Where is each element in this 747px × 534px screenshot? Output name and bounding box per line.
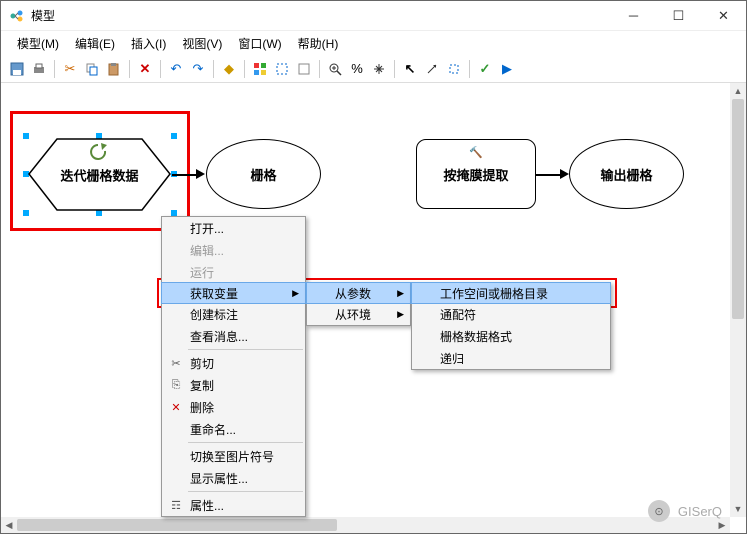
menu-view-messages[interactable]: 查看消息... [162, 325, 305, 347]
watermark: ⊙ GISerQ [648, 500, 722, 522]
minimize-button[interactable]: ─ [611, 1, 656, 30]
ellipse-output[interactable]: 输出栅格 [569, 139, 684, 209]
redo-icon[interactable]: ↷ [188, 59, 208, 79]
menu-insert[interactable]: 插入(I) [125, 33, 172, 54]
menu-cut[interactable]: ✂剪切 [162, 352, 305, 374]
menu-raster-format[interactable]: 栅格数据格式 [412, 325, 610, 347]
vscroll-thumb[interactable] [732, 99, 744, 319]
ellipse-output-label: 输出栅格 [600, 165, 652, 184]
zoom-actual-icon[interactable]: % [347, 59, 367, 79]
add-data-icon[interactable]: ◆ [219, 59, 239, 79]
menu-wildcard[interactable]: 通配符 [412, 303, 610, 325]
connector-2 [536, 174, 561, 176]
fixed-zoom-icon[interactable] [294, 59, 314, 79]
auto-layout-icon[interactable] [250, 59, 270, 79]
tool-node[interactable]: 🔨 按掩膜提取 [416, 139, 536, 209]
select-icon[interactable]: ↖ [400, 59, 420, 79]
menu-view[interactable]: 视图(V) [176, 33, 228, 54]
vertical-scrollbar[interactable]: ▲ ▼ [730, 83, 746, 517]
menu-delete[interactable]: ✕删除 [162, 396, 305, 418]
hammer-icon: 🔨 [469, 146, 483, 159]
horizontal-scrollbar[interactable]: ◀ ▶ [1, 517, 730, 533]
menu-show-attr[interactable]: 显示属性... [162, 467, 305, 489]
pan-icon[interactable] [369, 59, 389, 79]
scroll-left-icon[interactable]: ◀ [1, 517, 17, 533]
undo-icon[interactable]: ↶ [166, 59, 186, 79]
canvas-area: 迭代栅格数据 栅格 🔨 按掩膜提取 输出栅格 打开... 编辑... 运行 [1, 83, 746, 533]
validate-icon[interactable]: ✓ [475, 59, 495, 79]
menu-workspace[interactable]: 工作空间或栅格目录 [411, 282, 611, 304]
menu-open[interactable]: 打开... [162, 217, 305, 239]
menu-help[interactable]: 帮助(H) [292, 33, 345, 54]
model-canvas[interactable]: 迭代栅格数据 栅格 🔨 按掩膜提取 输出栅格 打开... 编辑... 运行 [1, 83, 730, 517]
wechat-icon: ⊙ [648, 500, 670, 522]
copy-icon-sm: ⎘ [168, 379, 184, 392]
window-title: 模型 [31, 7, 611, 24]
watermark-text: GISerQ [678, 504, 722, 519]
select-all-icon[interactable] [444, 59, 464, 79]
delete-icon[interactable]: ✕ [135, 59, 155, 79]
menu-attr[interactable]: ☶属性... [162, 494, 305, 516]
cut-icon-sm: ✂ [168, 357, 184, 370]
scroll-down-icon[interactable]: ▼ [730, 501, 746, 517]
iterator-node[interactable]: 迭代栅格数据 [27, 137, 172, 212]
delete-icon-sm: ✕ [168, 401, 184, 414]
menu-edit-item[interactable]: 编辑... [162, 239, 305, 261]
chevron-right-icon: ▶ [397, 309, 404, 320]
print-icon[interactable] [29, 59, 49, 79]
titlebar: 模型 ─ ☐ ✕ [1, 1, 746, 31]
properties-icon: ☶ [168, 499, 184, 512]
menubar: 模型(M) 编辑(E) 插入(I) 视图(V) 窗口(W) 帮助(H) [1, 31, 746, 55]
menu-run[interactable]: 运行 [162, 261, 305, 283]
context-menu-main: 打开... 编辑... 运行 获取变量▶ 创建标注 查看消息... ✂剪切 ⎘复… [161, 216, 306, 517]
menu-model[interactable]: 模型(M) [11, 33, 65, 54]
iterator-label: 迭代栅格数据 [60, 165, 138, 184]
app-window: 模型 ─ ☐ ✕ 模型(M) 编辑(E) 插入(I) 视图(V) 窗口(W) 帮… [0, 0, 747, 534]
menu-create-label[interactable]: 创建标注 [162, 303, 305, 325]
scroll-up-icon[interactable]: ▲ [730, 83, 746, 99]
connector-1 [172, 174, 197, 176]
app-icon [9, 8, 25, 24]
zoom-in-icon[interactable] [325, 59, 345, 79]
context-submenu-1: 从参数▶ 从环境▶ [306, 282, 411, 326]
menu-switch-pic[interactable]: 切换至图片符号 [162, 445, 305, 467]
toolbar: ✂ ✕ ↶ ↷ ◆ % ↖ ✓ ▶ [1, 55, 746, 83]
cut-icon[interactable]: ✂ [60, 59, 80, 79]
save-icon[interactable] [7, 59, 27, 79]
chevron-right-icon: ▶ [292, 288, 299, 299]
connect-icon[interactable] [422, 59, 442, 79]
run-icon[interactable]: ▶ [497, 59, 517, 79]
menu-from-param[interactable]: 从参数▶ [306, 282, 411, 304]
menu-get-variable[interactable]: 获取变量▶ [161, 282, 306, 304]
ellipse-raster[interactable]: 栅格 [206, 139, 321, 209]
menu-edit[interactable]: 编辑(E) [69, 33, 121, 54]
paste-icon[interactable] [104, 59, 124, 79]
close-button[interactable]: ✕ [701, 1, 746, 30]
menu-copy[interactable]: ⎘复制 [162, 374, 305, 396]
maximize-button[interactable]: ☐ [656, 1, 701, 30]
full-extent-icon[interactable] [272, 59, 292, 79]
tool-label: 按掩膜提取 [443, 165, 508, 184]
ellipse-raster-label: 栅格 [250, 165, 276, 184]
copy-icon[interactable] [82, 59, 102, 79]
context-submenu-2: 工作空间或栅格目录 通配符 栅格数据格式 递归 [411, 282, 611, 370]
menu-recursive[interactable]: 递归 [412, 347, 610, 369]
hscroll-thumb[interactable] [17, 519, 337, 531]
chevron-right-icon: ▶ [397, 288, 404, 299]
menu-from-env[interactable]: 从环境▶ [307, 303, 410, 325]
menu-window[interactable]: 窗口(W) [232, 33, 287, 54]
menu-rename[interactable]: 重命名... [162, 418, 305, 440]
